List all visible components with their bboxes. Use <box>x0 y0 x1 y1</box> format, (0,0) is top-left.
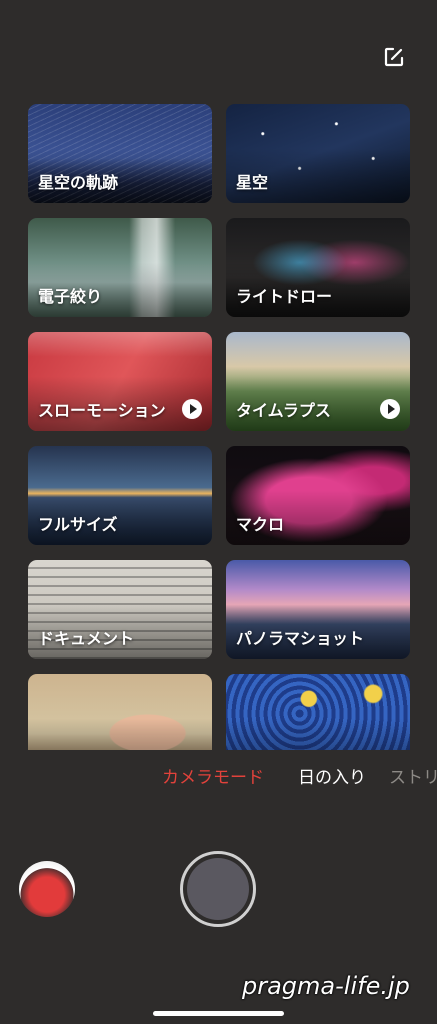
edit-icon <box>384 47 404 67</box>
play-icon <box>182 399 202 419</box>
home-indicator[interactable] <box>153 1011 284 1016</box>
tile-label: タイムラプス <box>236 401 331 420</box>
play-icon <box>380 399 400 419</box>
tile-image <box>226 674 410 750</box>
tile-label: ライトドロー <box>236 287 333 306</box>
mode-tile[interactable]: フルサイズ <box>28 446 212 545</box>
mode-tile[interactable] <box>28 674 212 750</box>
shutter-button[interactable] <box>180 851 256 927</box>
tile-label: 星空 <box>236 173 269 192</box>
tile-label: ドキュメント <box>38 629 135 648</box>
mode-sunset[interactable]: 日の入り <box>298 763 366 788</box>
tile-label: マクロ <box>236 515 285 534</box>
tile-label: 星空の軌跡 <box>38 173 119 192</box>
mode-tile[interactable]: マクロ <box>226 446 410 545</box>
shutter-inner <box>187 858 249 920</box>
mode-tile[interactable] <box>226 674 410 750</box>
mode-tile[interactable]: 電子絞り <box>28 218 212 317</box>
mode-tile[interactable]: 星空 <box>226 104 410 203</box>
tile-label: パノラマショット <box>236 629 365 648</box>
mode-camera-mode[interactable]: カメラモード <box>162 763 264 788</box>
mode-grid-container[interactable]: 星空の軌跡 星空電子絞り ライトドロースローモーション タイムラプスフルサイズ マクロド… <box>0 90 437 750</box>
mode-street[interactable]: ストリ <box>389 763 437 788</box>
edit-button[interactable] <box>379 42 409 72</box>
mode-tile[interactable]: ドキュメント <box>28 560 212 659</box>
watermark: pragma-life.jp <box>242 972 410 1000</box>
mode-tile[interactable]: スローモーション <box>28 332 212 431</box>
tile-image <box>28 674 212 750</box>
mode-tile[interactable]: パノラマショット <box>226 560 410 659</box>
mode-grid: 星空の軌跡 星空電子絞り ライトドロースローモーション タイムラプスフルサイズ マクロド… <box>28 104 410 750</box>
tile-label: 電子絞り <box>38 287 103 306</box>
mode-tile[interactable]: 星空の軌跡 <box>28 104 212 203</box>
tile-label: フルサイズ <box>38 515 118 534</box>
tile-label: スローモーション <box>38 401 166 420</box>
mode-selector[interactable]: カメラモード 日の入り ストリ <box>0 763 437 793</box>
mode-tile[interactable]: ライトドロー <box>226 218 410 317</box>
gallery-thumbnail[interactable] <box>19 861 75 917</box>
mode-tile[interactable]: タイムラプス <box>226 332 410 431</box>
